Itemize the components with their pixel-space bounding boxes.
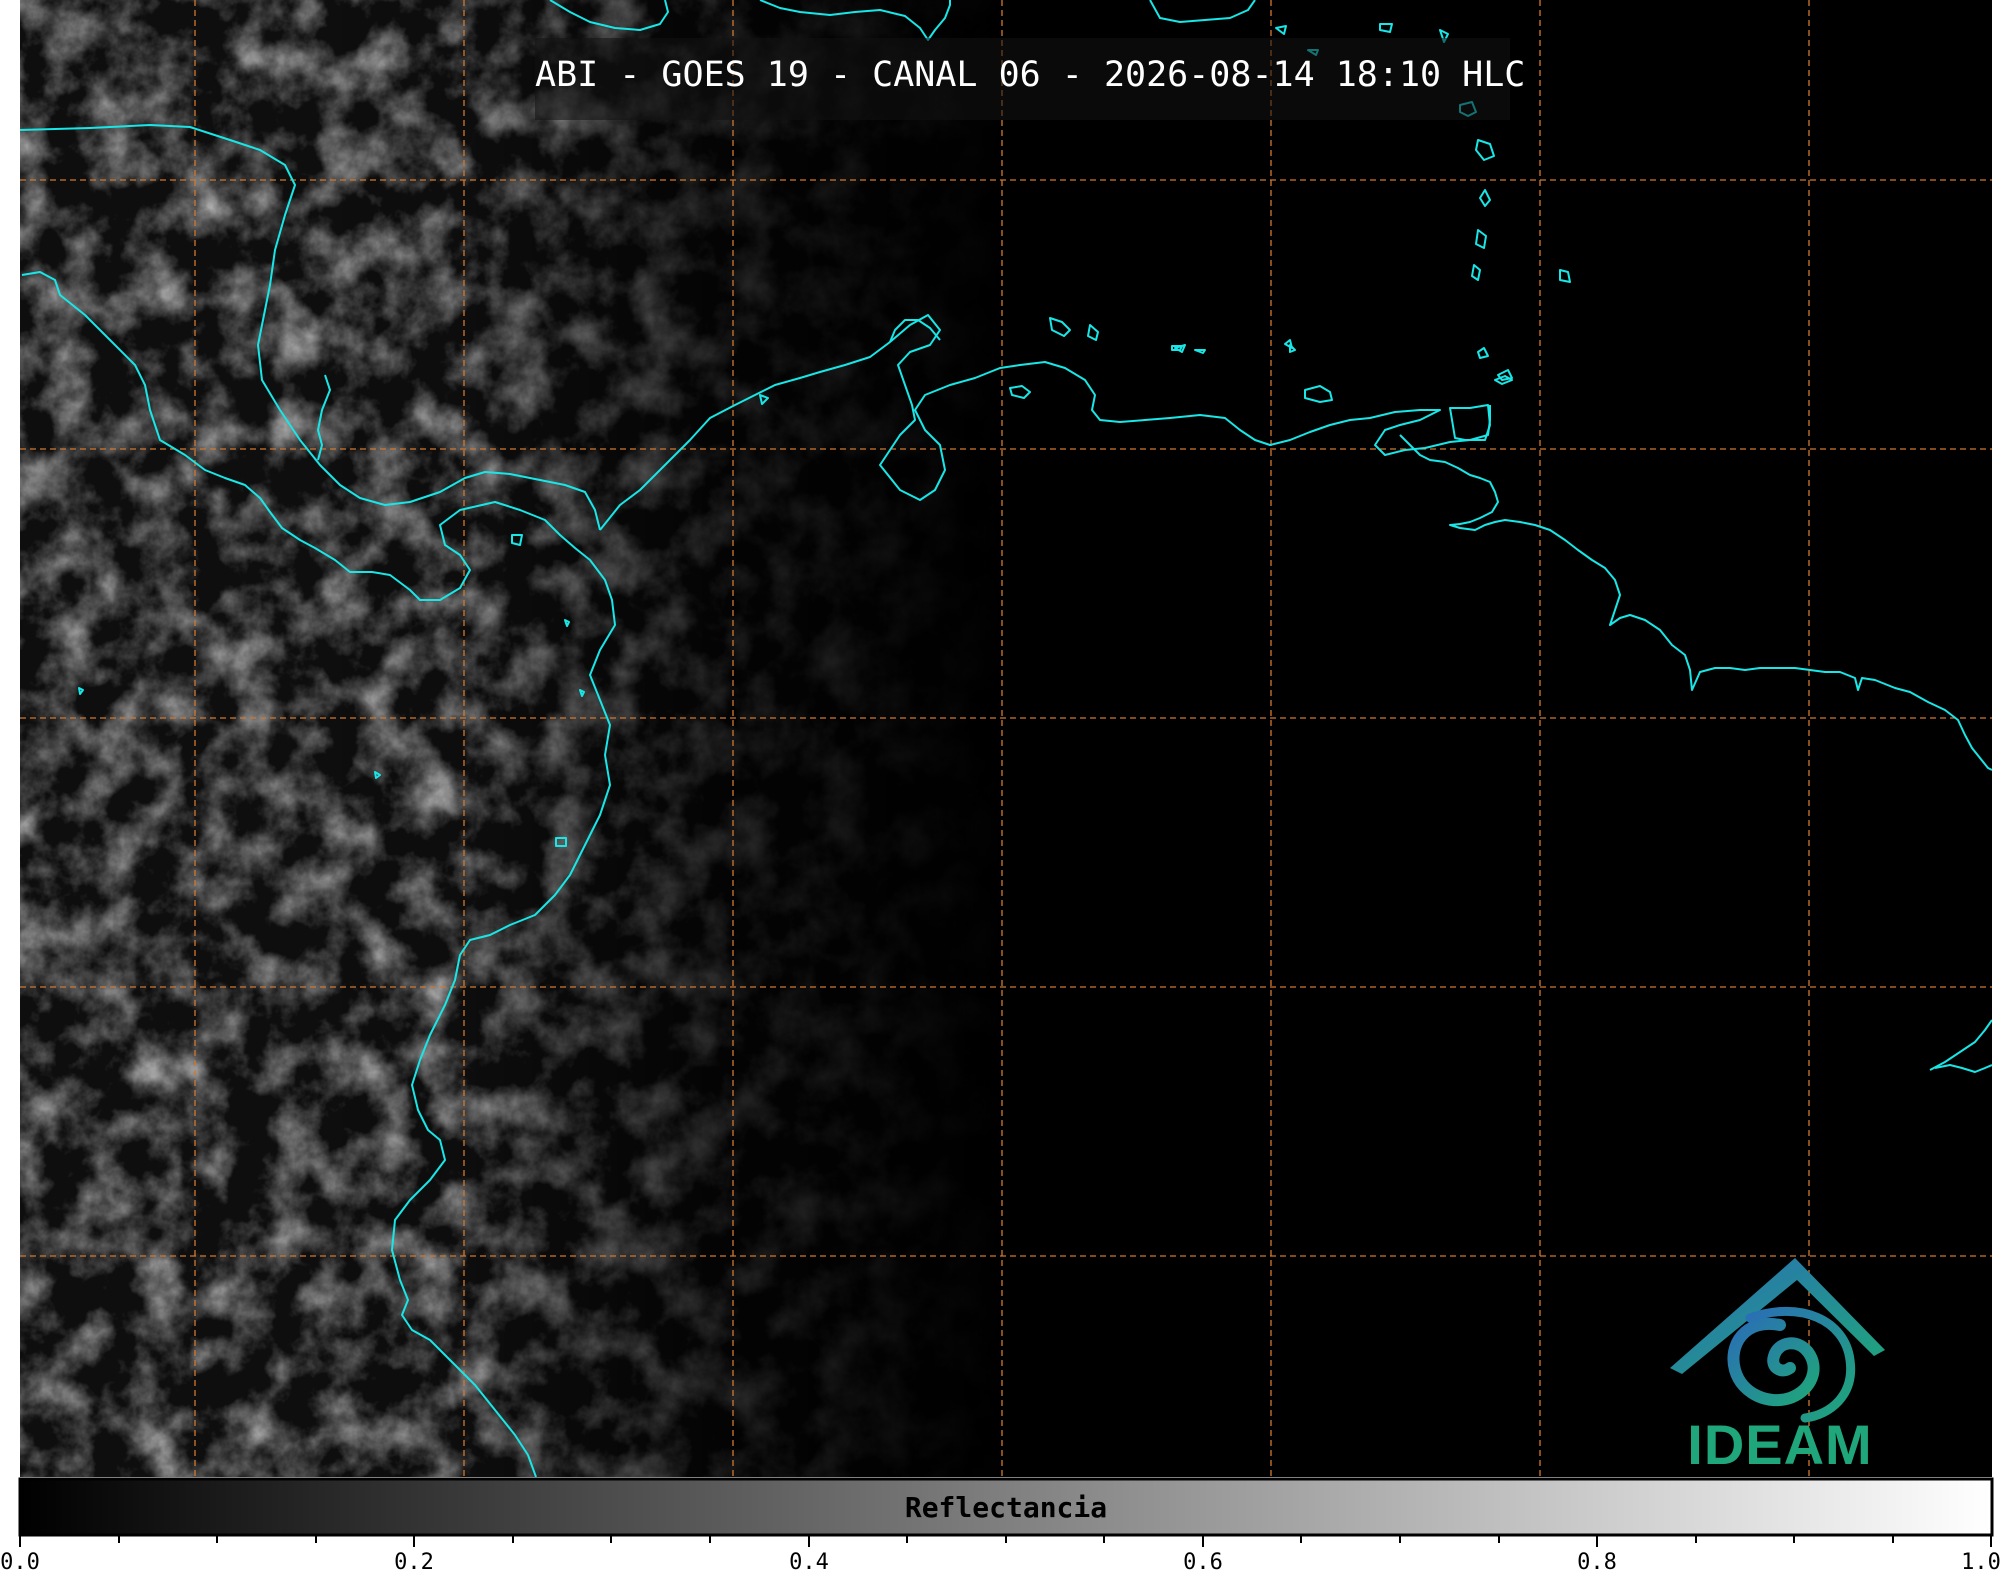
logo-wordmark: IDEAM bbox=[1687, 1413, 1873, 1476]
colorbar-tick-label: 0.0 bbox=[0, 1550, 40, 1575]
map-title: ABI - GOES 19 - CANAL 06 - 2026-08-14 18… bbox=[535, 55, 1526, 95]
colorbar-tick-label: 1.0 bbox=[1961, 1550, 2001, 1575]
colorbar-label: Reflectancia bbox=[904, 1491, 1108, 1524]
colorbar-tick-label: 0.2 bbox=[394, 1550, 434, 1575]
colorbar-tick-label: 0.6 bbox=[1183, 1550, 1223, 1575]
colorbar-tick-label: 0.4 bbox=[789, 1550, 829, 1575]
satellite-map bbox=[18, 0, 1994, 1547]
colorbar-tick-label: 0.8 bbox=[1577, 1550, 1617, 1575]
colorbar-ticks bbox=[19, 1536, 1992, 1547]
